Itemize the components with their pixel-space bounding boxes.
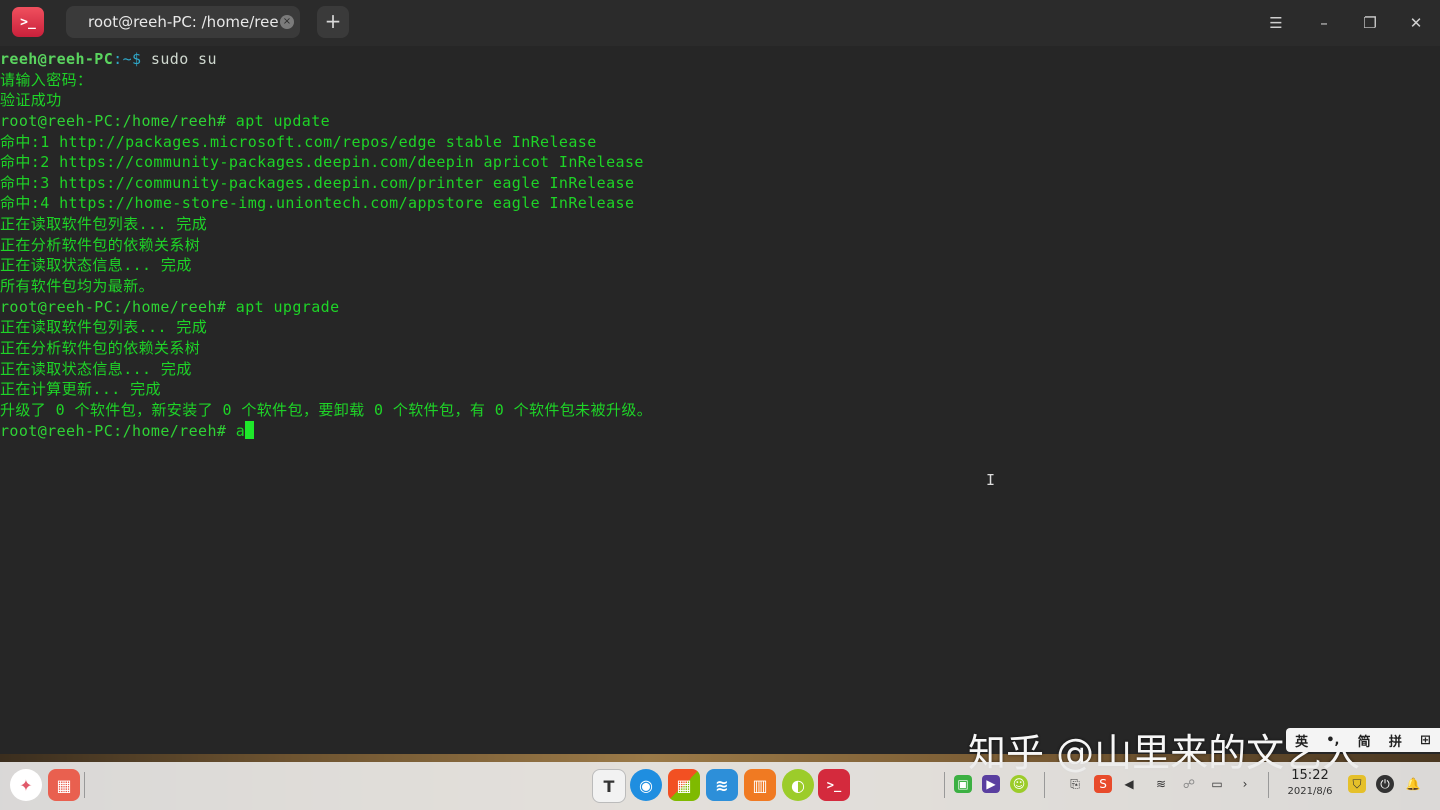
power-icon[interactable]: ⏻ bbox=[1376, 775, 1394, 793]
tab-close-icon[interactable]: × bbox=[280, 15, 294, 29]
terminal-line: root@reeh-PC:/home/reeh# apt upgrade bbox=[0, 297, 652, 318]
tray-app-icon[interactable]: ▣ bbox=[954, 775, 972, 793]
tab-title: root@reeh-PC: /home/reeh bbox=[88, 13, 278, 31]
prompt-root: root@reeh-PC:/home/reeh# bbox=[0, 421, 227, 440]
terminal-line: reeh@reeh-PC:~$ sudo su bbox=[0, 49, 652, 70]
terminal-taskbar-icon[interactable]: >_ bbox=[818, 769, 850, 801]
terminal-line: 命中:4 https://home-store-img.uniontech.co… bbox=[0, 194, 635, 213]
close-button[interactable]: ✕ bbox=[1404, 11, 1428, 35]
clock-time[interactable]: 15:22 bbox=[1280, 768, 1340, 783]
command-text: apt update bbox=[226, 111, 331, 130]
terminal-line: 正在读取状态信息... 完成 bbox=[0, 359, 192, 378]
wifi-icon[interactable]: ≋ bbox=[1152, 775, 1170, 793]
ime-language[interactable]: 英 bbox=[1295, 731, 1308, 750]
terminal-output[interactable]: reeh@reeh-PC:~$ sudo su 请输入密码： 验证成功 root… bbox=[0, 46, 1440, 754]
terminal-line: 所有软件包均为最新。 bbox=[0, 277, 155, 296]
multitask-view-icon[interactable]: ▦ bbox=[48, 769, 80, 801]
ime-grid-icon[interactable]: ⊞ bbox=[1420, 733, 1431, 748]
battery-icon[interactable]: ▭ bbox=[1208, 775, 1226, 793]
screen-recorder-icon[interactable]: ⎘ bbox=[1066, 775, 1084, 793]
terminal-line: 正在读取软件包列表... 完成 bbox=[0, 318, 208, 337]
text-cursor bbox=[245, 420, 255, 439]
terminal-app-icon[interactable]: >_ bbox=[12, 7, 44, 37]
taskbar: ✦ ▦ T ◉ ▦ ≋ ▥ ◐ >_ ▣ ▶ ☺ ⎘ S ◀ ≋ ☍ ▭ › 1… bbox=[0, 762, 1440, 810]
current-input[interactable]: a bbox=[226, 422, 245, 440]
tray-expand-icon[interactable]: › bbox=[1236, 775, 1254, 793]
bluetooth-icon[interactable]: ☍ bbox=[1180, 775, 1198, 793]
terminal-line: 命中:2 https://community-packages.deepin.c… bbox=[0, 153, 644, 172]
browser-icon[interactable]: ◉ bbox=[630, 769, 662, 801]
security-shield-icon[interactable]: ⛉ bbox=[1348, 775, 1366, 793]
input-method-bar[interactable]: 英 •, 简 拼 ⊞ bbox=[1286, 728, 1440, 752]
terminal-line: 正在分析软件包的依赖关系树 bbox=[0, 338, 201, 357]
ime-pinyin[interactable]: 拼 bbox=[1389, 731, 1402, 750]
command-text: sudo su bbox=[141, 50, 217, 68]
text-editor-icon[interactable]: T bbox=[592, 769, 626, 803]
tray-user-icon[interactable]: ☺ bbox=[1010, 775, 1028, 793]
terminal-line: 命中:3 https://community-packages.deepin.c… bbox=[0, 173, 635, 192]
prompt-path: :~$ bbox=[113, 50, 142, 68]
menu-icon[interactable]: ☰ bbox=[1264, 11, 1288, 35]
prompt-user: reeh@reeh-PC bbox=[0, 50, 114, 68]
terminal-line: 正在计算更新... 完成 bbox=[0, 380, 161, 399]
launcher-icon[interactable]: ✦ bbox=[10, 769, 42, 801]
volume-icon[interactable]: ◀ bbox=[1120, 775, 1138, 793]
taskbar-divider bbox=[1044, 772, 1045, 798]
terminal-line: 验证成功 bbox=[0, 91, 62, 110]
prompt-root: root@reeh-PC:/home/reeh# bbox=[0, 111, 227, 130]
file-manager-icon[interactable]: ≋ bbox=[706, 769, 738, 801]
archive-manager-icon[interactable]: ▥ bbox=[744, 769, 776, 801]
terminal-line: 正在读取状态信息... 完成 bbox=[0, 256, 192, 275]
maximize-button[interactable]: ❐ bbox=[1358, 11, 1382, 35]
prompt-root: root@reeh-PC:/home/reeh# bbox=[0, 297, 227, 316]
terminal-line: root@reeh-PC:/home/reeh# a bbox=[0, 420, 652, 442]
minimize-button[interactable]: – bbox=[1312, 11, 1336, 35]
clock-date[interactable]: 2021/8/6 bbox=[1280, 786, 1340, 797]
command-text: apt upgrade bbox=[226, 297, 340, 316]
ime-simplified[interactable]: 简 bbox=[1358, 731, 1371, 750]
taskbar-divider bbox=[84, 772, 85, 798]
tray-video-icon[interactable]: ▶ bbox=[982, 775, 1000, 793]
title-bar: >_ root@reeh-PC: /home/reeh × + ☰ – ❐ ✕ bbox=[0, 0, 1440, 46]
terminal-line: 升级了 0 个软件包，新安装了 0 个软件包，要卸载 0 个软件包，有 0 个软… bbox=[0, 400, 653, 419]
terminal-line: 正在读取软件包列表... 完成 bbox=[0, 215, 208, 234]
add-tab-button[interactable]: + bbox=[317, 6, 349, 38]
ime-punctuation[interactable]: •, bbox=[1326, 733, 1339, 748]
music-player-icon[interactable]: ◐ bbox=[782, 769, 814, 801]
taskbar-divider bbox=[1268, 772, 1269, 798]
terminal-line: 命中:1 http://packages.microsoft.com/repos… bbox=[0, 132, 597, 151]
notification-bell-icon[interactable]: 🔔 bbox=[1404, 775, 1422, 793]
ibeam-cursor-icon: I bbox=[986, 471, 996, 489]
terminal-line: 正在分析软件包的依赖关系树 bbox=[0, 235, 201, 254]
taskbar-divider bbox=[944, 772, 945, 798]
app-store-icon[interactable]: ▦ bbox=[668, 769, 700, 801]
tab-terminal[interactable]: root@reeh-PC: /home/reeh × bbox=[66, 6, 300, 38]
terminal-line: 请输入密码： bbox=[0, 70, 93, 89]
sogou-icon[interactable]: S bbox=[1094, 775, 1112, 793]
terminal-line: root@reeh-PC:/home/reeh# apt update bbox=[0, 111, 652, 132]
